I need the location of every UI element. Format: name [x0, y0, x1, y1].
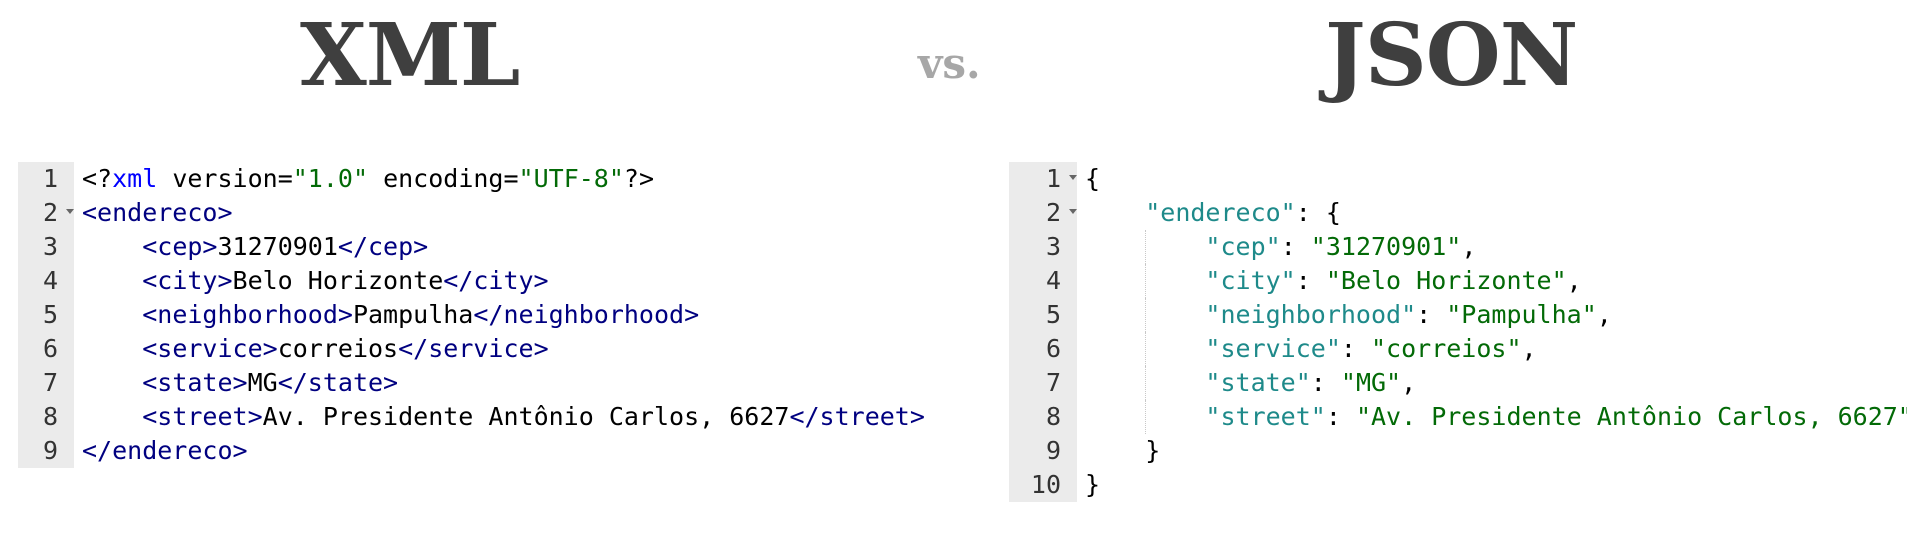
xml-root-close-tag: </endereco> — [82, 436, 248, 465]
indent-guide — [1145, 298, 1146, 332]
line-number: 8 — [1009, 400, 1077, 434]
code-line: 2 <endereco> — [18, 196, 925, 230]
xml-root-open-tag: <endereco> — [82, 198, 233, 227]
code-line: 4 <city>Belo Horizonte</city> — [18, 264, 925, 298]
json-title: JSON — [1325, 5, 1578, 106]
code-line: 3 "cep": "31270901", — [1009, 230, 1907, 264]
json-object-key-line: "endereco": { — [1145, 198, 1341, 227]
line-number: 6 — [18, 332, 74, 366]
line-number: 1 — [1009, 162, 1077, 196]
xml-field: <street>Av. Presidente Antônio Carlos, 6… — [142, 402, 925, 431]
line-number: 3 — [18, 230, 74, 264]
json-field: "service": "correios", — [1077, 332, 1537, 366]
line-number: 3 — [1009, 230, 1077, 264]
line-number: 4 — [18, 264, 74, 298]
code-line: 6 <service>correios</service> — [18, 332, 925, 366]
xml-title: XML — [300, 5, 520, 106]
line-number: 9 — [18, 434, 74, 468]
json-open-brace: { — [1085, 164, 1101, 193]
json-object-close: } — [1145, 436, 1161, 465]
code-line: 7 <state>MG</state> — [18, 366, 925, 400]
xml-field: <service>correios</service> — [142, 334, 549, 363]
xml-field: <cep>31270901</cep> — [142, 232, 429, 261]
code-line: 4 "city": "Belo Horizonte", — [1009, 264, 1907, 298]
code-line: 9 } — [1009, 434, 1907, 468]
code-line: 10 } — [1009, 468, 1907, 502]
vs-label: vs. — [918, 39, 981, 88]
json-code-editor[interactable]: 1 { 2 "endereco": { 3 "cep": "31270901",… — [1009, 162, 1907, 502]
fold-arrow-icon[interactable] — [1069, 209, 1077, 214]
line-number: 6 — [1009, 332, 1077, 366]
line-number: 9 — [1009, 434, 1077, 468]
line-number: 2 — [1009, 196, 1077, 230]
code-line: 8 <street>Av. Presidente Antônio Carlos,… — [18, 400, 925, 434]
xml-field: <state>MG</state> — [142, 368, 399, 397]
code-line: 8 "street": "Av. Presidente Antônio Carl… — [1009, 400, 1907, 434]
line-number: 5 — [1009, 298, 1077, 332]
line-number: 5 — [18, 298, 74, 332]
json-field: "neighborhood": "Pampulha", — [1077, 298, 1612, 332]
json-field: "cep": "31270901", — [1077, 230, 1476, 264]
code-line: 9 </endereco> — [18, 434, 925, 468]
xml-field: <neighborhood>Pampulha</neighborhood> — [142, 300, 700, 329]
json-field: "street": "Av. Presidente Antônio Carlos… — [1077, 400, 1907, 434]
xml-field: <city>Belo Horizonte</city> — [142, 266, 549, 295]
code-line: 1 <?xml version="1.0" encoding="UTF-8"?> — [18, 162, 925, 196]
line-number: 2 — [18, 196, 74, 230]
indent-guide — [1145, 366, 1146, 400]
code-line: 1 { — [1009, 162, 1907, 196]
line-number: 7 — [1009, 366, 1077, 400]
line-number: 8 — [18, 400, 74, 434]
fold-arrow-icon[interactable] — [1069, 175, 1077, 180]
xml-declaration: <?xml version="1.0" encoding="UTF-8"?> — [82, 164, 655, 193]
code-line: 7 "state": "MG", — [1009, 366, 1907, 400]
xml-code-editor[interactable]: 1 <?xml version="1.0" encoding="UTF-8"?>… — [18, 162, 925, 468]
code-line: 5 "neighborhood": "Pampulha", — [1009, 298, 1907, 332]
code-line: 3 <cep>31270901</cep> — [18, 230, 925, 264]
indent-guide — [1145, 332, 1146, 366]
code-line: 5 <neighborhood>Pampulha</neighborhood> — [18, 298, 925, 332]
json-field: "city": "Belo Horizonte", — [1077, 264, 1582, 298]
line-number: 7 — [18, 366, 74, 400]
indent-guide — [1145, 230, 1146, 264]
code-line: 2 "endereco": { — [1009, 196, 1907, 230]
line-number: 10 — [1009, 468, 1077, 502]
indent-guide — [1145, 400, 1146, 434]
fold-arrow-icon[interactable] — [66, 209, 74, 214]
line-number: 1 — [18, 162, 74, 196]
code-line: 6 "service": "correios", — [1009, 332, 1907, 366]
json-field: "state": "MG", — [1077, 366, 1416, 400]
line-number: 4 — [1009, 264, 1077, 298]
indent-guide — [1145, 264, 1146, 298]
json-close-brace: } — [1085, 470, 1101, 499]
